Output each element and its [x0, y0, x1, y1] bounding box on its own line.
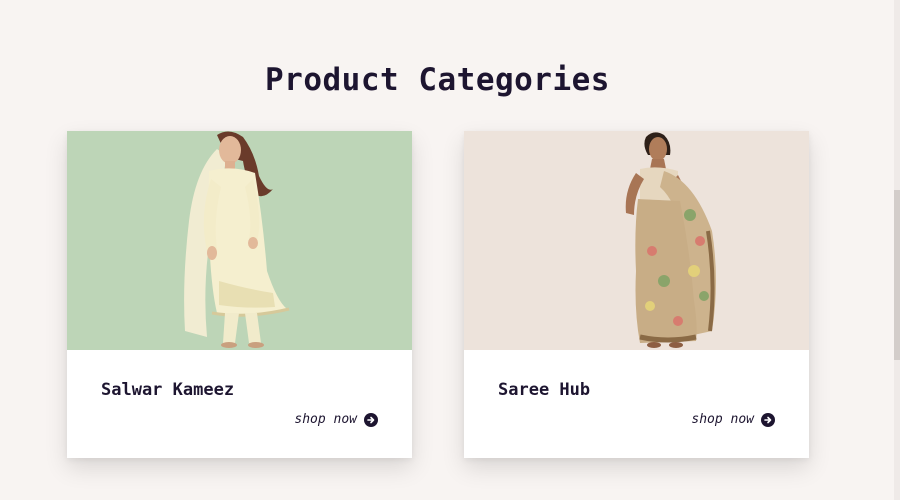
- scrollbar-thumb[interactable]: [894, 190, 900, 360]
- saree-image[interactable]: [464, 131, 809, 350]
- page-title: Product Categories: [265, 62, 610, 98]
- shop-now-link[interactable]: shop now: [691, 412, 775, 427]
- category-card-saree-hub[interactable]: Saree Hub shop now: [464, 131, 809, 458]
- arrow-circle-right-icon: [761, 412, 775, 427]
- card-title-saree-hub: Saree Hub: [498, 380, 591, 400]
- card-title-salwar-kameez: Salwar Kameez: [101, 380, 235, 400]
- scrollbar-track[interactable]: [894, 0, 900, 500]
- salwar-kameez-image[interactable]: [67, 131, 412, 350]
- shop-now-label: shop now: [691, 412, 754, 427]
- category-card-salwar-kameez[interactable]: Salwar Kameez shop now: [67, 131, 412, 458]
- shop-now-label: shop now: [294, 412, 357, 427]
- arrow-circle-right-icon: [364, 412, 378, 427]
- shop-now-link[interactable]: shop now: [294, 412, 378, 427]
